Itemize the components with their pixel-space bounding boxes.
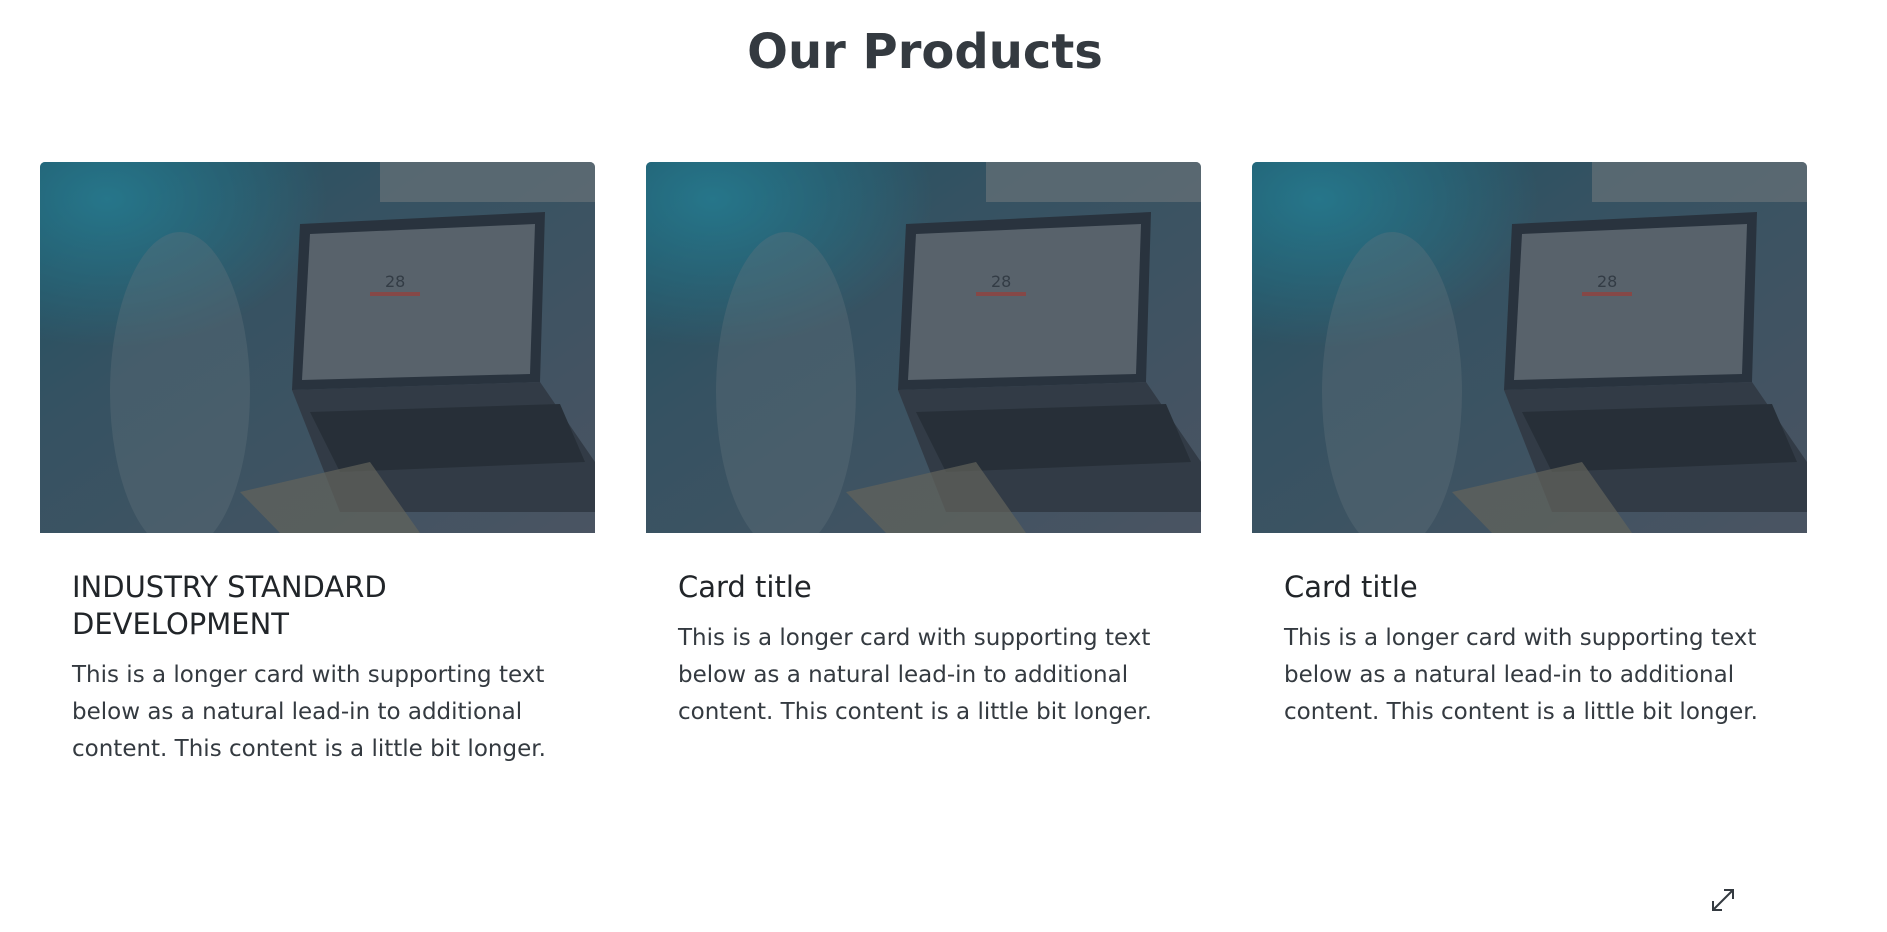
- card-image: 28: [646, 162, 1201, 533]
- card-text: This is a longer card with supporting te…: [678, 625, 1152, 725]
- card-title: INDUSTRY STANDARD DEVELOPMENT: [72, 570, 387, 641]
- product-card[interactable]: 28 Card title This is a longer card with…: [1252, 162, 1807, 731]
- card-text: This is a longer card with supporting te…: [1284, 625, 1758, 725]
- section-title: Our Products: [747, 24, 1103, 80]
- product-card[interactable]: 28 INDUSTRY STANDARD DEVELOPMENT This is…: [40, 162, 595, 768]
- card-image: 28: [1252, 162, 1807, 533]
- product-card[interactable]: 28 Card title This is a longer card with…: [646, 162, 1201, 731]
- card-text: This is a longer card with supporting te…: [72, 662, 546, 762]
- card-image: 28: [40, 162, 595, 533]
- card-title: Card title: [678, 570, 812, 604]
- products-page: Our Products 28 INDUSTRY STANDARD DEVELO…: [0, 0, 1887, 932]
- expand-arrows-icon[interactable]: [1709, 886, 1737, 914]
- card-title: Card title: [1284, 570, 1418, 604]
